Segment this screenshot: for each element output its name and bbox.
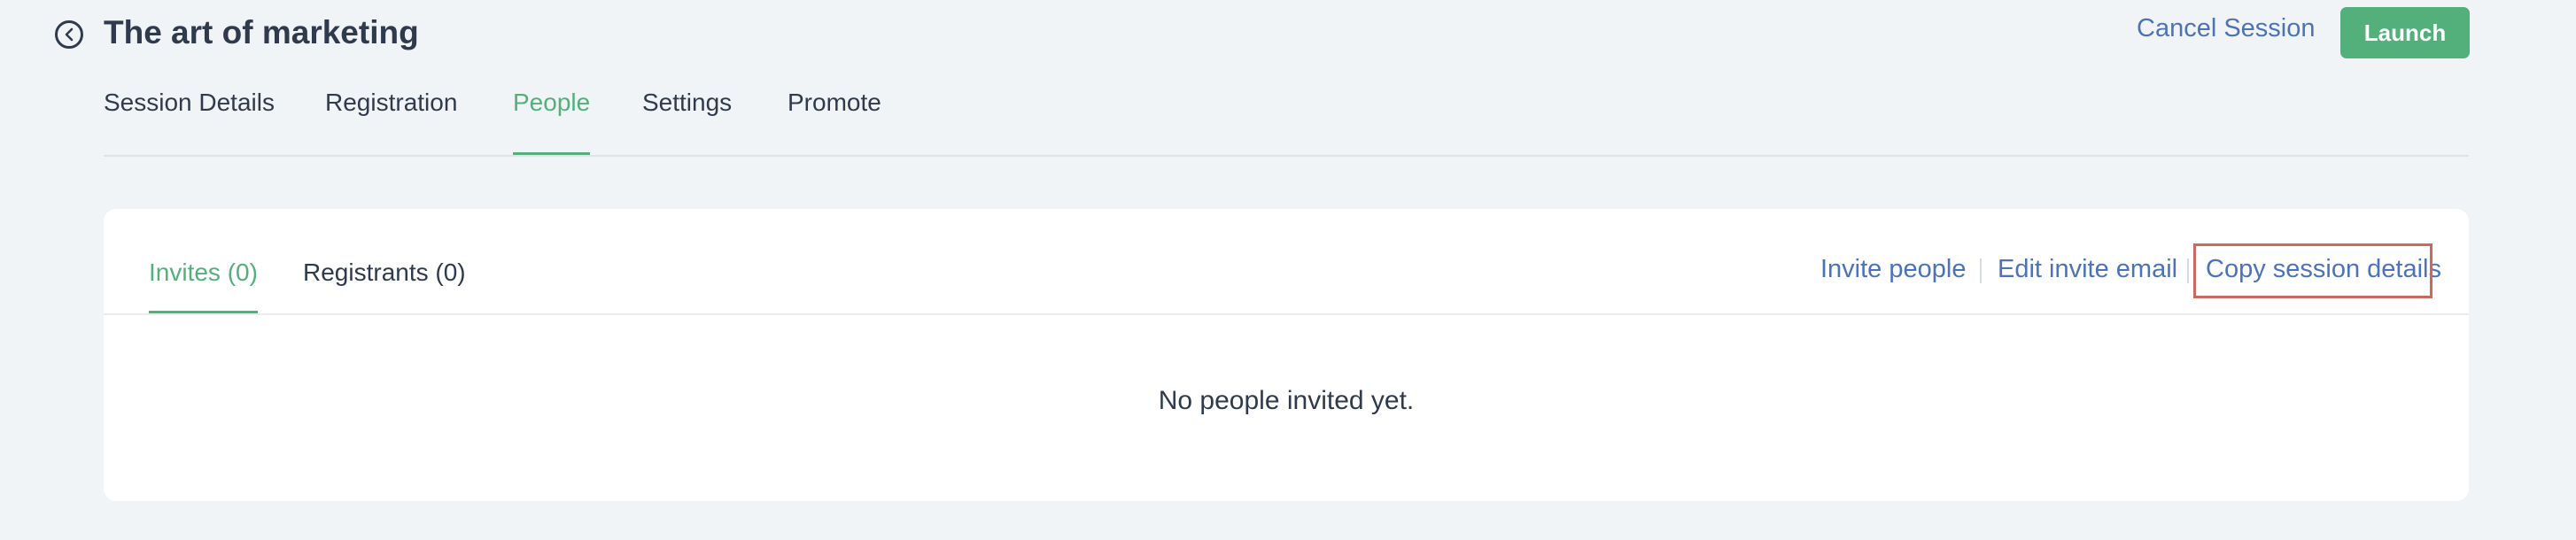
invite-people-link[interactable]: Invite people bbox=[1820, 255, 1966, 284]
tab-registrants[interactable]: Registrants (0) bbox=[303, 258, 466, 314]
empty-state-message: No people invited yet. bbox=[1158, 386, 1415, 415]
back-button[interactable] bbox=[55, 20, 83, 49]
launch-button[interactable]: Launch bbox=[2340, 7, 2470, 58]
highlight-box bbox=[2193, 243, 2432, 298]
tab-invites[interactable]: Invites (0) bbox=[149, 258, 258, 314]
cancel-session-link[interactable]: Cancel Session bbox=[2137, 14, 2316, 43]
chevron-left-icon bbox=[65, 27, 74, 42]
tab-people[interactable]: People bbox=[513, 89, 591, 156]
action-separator bbox=[2187, 258, 2189, 283]
tab-settings[interactable]: Settings bbox=[642, 89, 732, 156]
edit-invite-email-link[interactable]: Edit invite email bbox=[1998, 255, 2177, 284]
tab-registration[interactable]: Registration bbox=[325, 89, 457, 156]
card-divider bbox=[104, 313, 2469, 315]
action-separator bbox=[1980, 258, 1982, 283]
tab-promote[interactable]: Promote bbox=[788, 89, 881, 156]
tab-session-details[interactable]: Session Details bbox=[104, 89, 275, 156]
page-title: The art of marketing bbox=[104, 14, 419, 50]
header-divider bbox=[104, 155, 2469, 157]
people-card: Invites (0) Registrants (0) Invite peopl… bbox=[104, 209, 2469, 501]
